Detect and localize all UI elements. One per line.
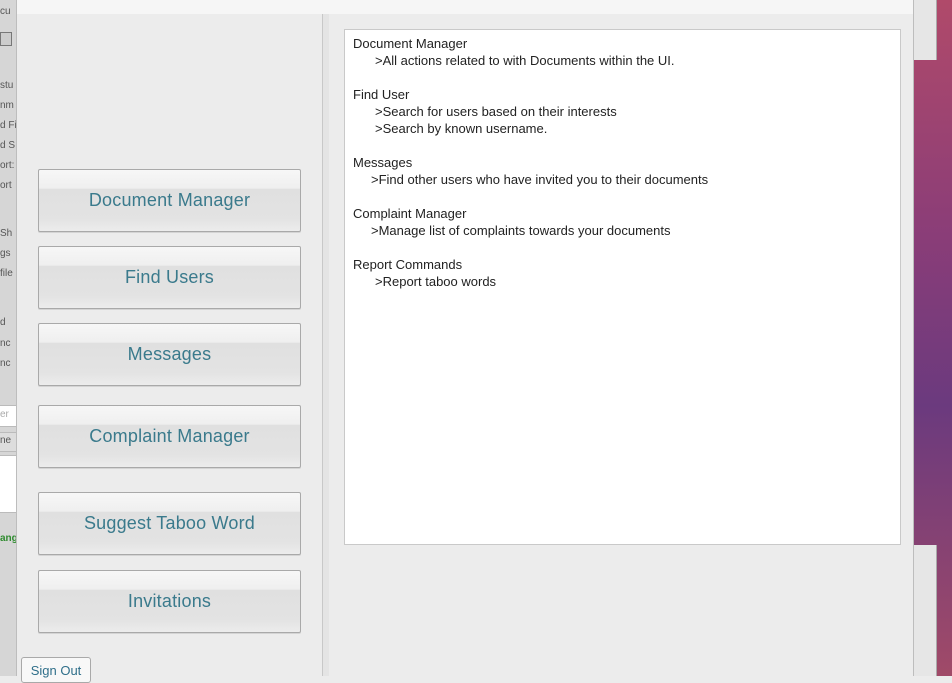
nav-panel: Document Manager Find Users Messages Com…	[17, 14, 322, 683]
help-section-item: >Report taboo words	[375, 274, 497, 289]
bg-text: ort	[0, 180, 12, 191]
help-section: Find User >Search for users based on the…	[353, 86, 892, 137]
background-desktop-right	[912, 0, 952, 676]
help-section-item: >Manage list of complaints towards your …	[371, 223, 671, 238]
help-section: Document Manager >All actions related to…	[353, 35, 892, 69]
bg-text: d Fi	[0, 120, 17, 131]
bg-text: d S	[0, 140, 16, 151]
help-section-item: >All actions related to with Documents w…	[375, 53, 675, 68]
bg-panel	[912, 0, 937, 60]
app-window: Document Manager Find Users Messages Com…	[16, 0, 914, 683]
bg-text: er	[0, 409, 9, 420]
bg-text: nm	[0, 100, 14, 111]
help-section: Complaint Manager >Manage list of compla…	[353, 205, 892, 239]
help-section: Messages >Find other users who have invi…	[353, 154, 892, 188]
help-section-item: >Find other users who have invited you t…	[371, 172, 709, 187]
bg-text: ort:	[0, 160, 15, 171]
help-section-title: Report Commands	[353, 257, 463, 272]
help-section-title: Complaint Manager	[353, 206, 467, 221]
bg-text: ne	[0, 435, 12, 446]
window-title-bar[interactable]	[17, 0, 913, 15]
bg-text: nc	[0, 358, 11, 369]
bg-text: nc	[0, 338, 11, 349]
bg-text: Sh	[0, 228, 13, 239]
bg-panel	[912, 545, 937, 676]
help-section-title: Find User	[353, 87, 410, 102]
complaint-manager-button[interactable]: Complaint Manager	[38, 405, 301, 468]
bg-text: cu	[0, 6, 11, 17]
help-section: Report Commands >Report taboo words	[353, 256, 892, 290]
help-panel: Document Manager >All actions related to…	[329, 14, 913, 676]
help-section-item: >Search for users based on their interes…	[375, 104, 617, 119]
bg-field: er	[0, 405, 16, 427]
bg-text: file	[0, 268, 13, 279]
help-section-item: >Search by known username.	[375, 121, 548, 136]
bg-field	[0, 455, 16, 513]
messages-button[interactable]: Messages	[38, 323, 301, 386]
bg-icon	[0, 32, 12, 46]
bg-text: ang	[0, 533, 17, 544]
bg-text: gs	[0, 248, 11, 259]
bg-text: stu	[0, 80, 14, 91]
help-section-title: Document Manager	[353, 36, 468, 51]
sign-out-button[interactable]: Sign Out	[21, 657, 91, 683]
background-window-left: cu stu nm d Fi d S ort: ort Sh gs file d…	[0, 0, 17, 676]
find-users-button[interactable]: Find Users	[38, 246, 301, 309]
invitations-button[interactable]: Invitations	[38, 570, 301, 633]
document-manager-button[interactable]: Document Manager	[38, 169, 301, 232]
bg-field: ne	[0, 432, 16, 452]
suggest-taboo-word-button[interactable]: Suggest Taboo Word	[38, 492, 301, 555]
bg-text: d	[0, 317, 6, 328]
help-section-title: Messages	[353, 155, 413, 170]
help-text-area[interactable]: Document Manager >All actions related to…	[344, 29, 901, 545]
